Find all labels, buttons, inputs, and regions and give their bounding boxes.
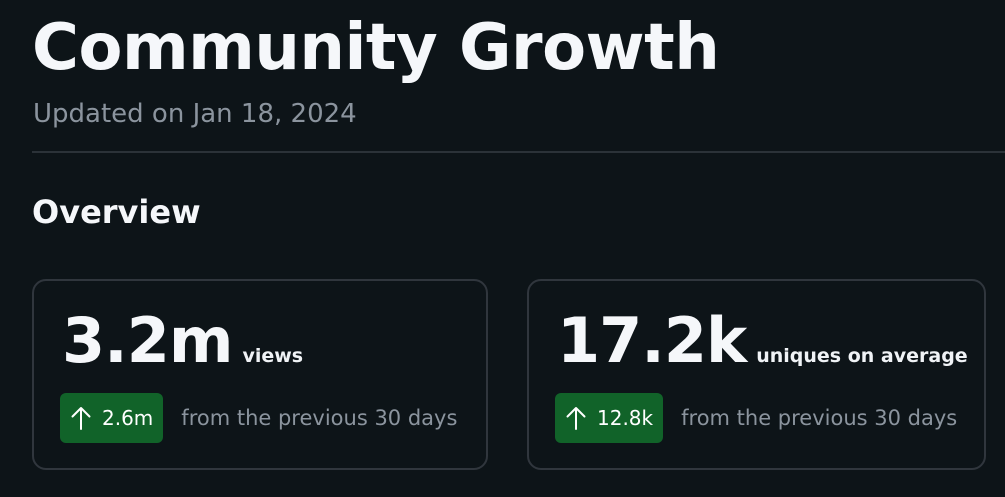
arrow-up-icon [566,407,586,430]
community-growth-page: Community Growth Updated on Jan 18, 2024… [0,0,1005,497]
views-metric-card: 3.2m views 2.6m from the previous 30 day… [32,279,488,470]
page-title: Community Growth [32,11,720,85]
uniques-metric-card: 17.2k uniques on average 12.8k from the … [527,279,986,470]
overview-heading: Overview [32,193,201,231]
arrow-up-icon [71,407,91,430]
views-change-value: 2.6m [102,406,154,430]
uniques-metric: 17.2k uniques on average [557,303,968,379]
uniques-change-context: from the previous 30 days [681,406,958,430]
uniques-change-badge: 12.8k [555,393,664,443]
views-label: views [242,345,304,367]
uniques-change-value: 12.8k [597,406,654,430]
uniques-value: 17.2k [557,304,747,377]
views-value: 3.2m [62,304,233,377]
header-divider [32,151,1005,153]
views-metric: 3.2m views [62,303,303,379]
views-change-context: from the previous 30 days [181,406,458,430]
views-change-badge: 2.6m [60,393,164,443]
uniques-label: uniques on average [756,345,968,367]
views-change-row: 2.6m from the previous 30 days [60,393,457,443]
uniques-change-row: 12.8k from the previous 30 days [555,393,957,443]
updated-date: Updated on Jan 18, 2024 [33,99,357,129]
